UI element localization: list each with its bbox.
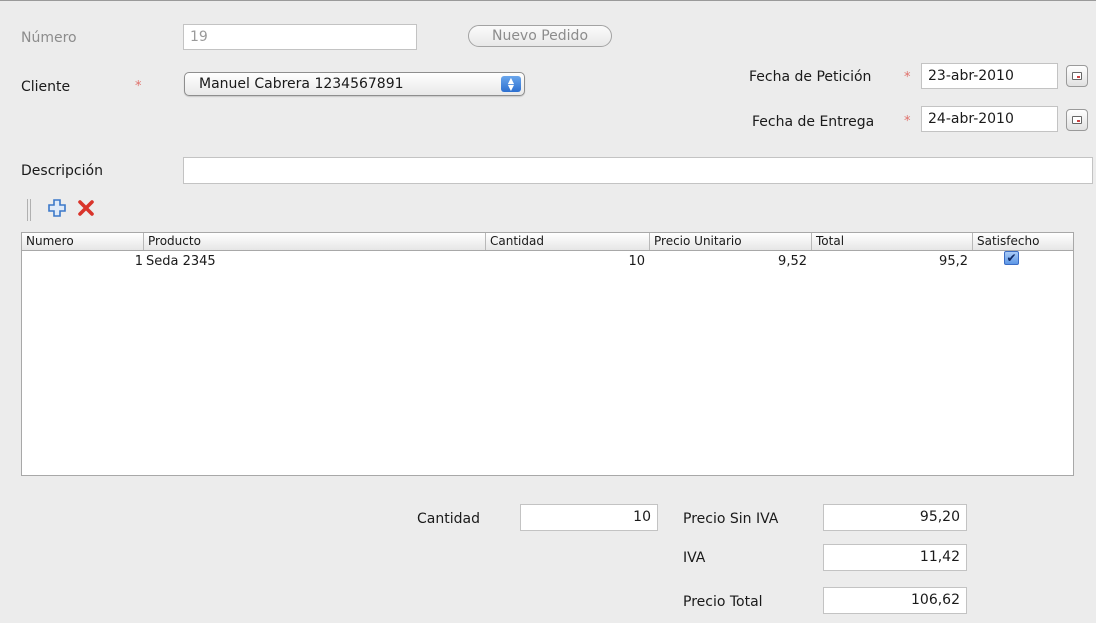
fecha-entrega-field[interactable]: 24-abr-2010: [921, 106, 1058, 132]
checkmark-icon: ✔: [1006, 251, 1017, 265]
column-header-precio-unitario[interactable]: Precio Unitario: [649, 233, 811, 250]
calendar-icon: [1072, 116, 1082, 124]
descripcion-field[interactable]: [183, 157, 1093, 184]
cell-cantidad: 10: [628, 254, 645, 269]
cantidad-label: Cantidad: [417, 511, 480, 527]
column-header-cantidad[interactable]: Cantidad: [485, 233, 649, 250]
satisfecho-checkbox[interactable]: ✔: [1004, 251, 1019, 265]
fecha-entrega-calendar-button[interactable]: [1066, 109, 1088, 131]
column-header-numero[interactable]: Numero: [22, 233, 143, 250]
cell-producto: Seda 2345: [146, 254, 216, 269]
iva-field[interactable]: 11,42: [823, 544, 967, 571]
numero-label: Número: [21, 30, 77, 46]
calendar-icon: [1072, 72, 1082, 80]
cell-total: 95,2: [939, 254, 968, 269]
fecha-entrega-required-mark: *: [904, 114, 911, 129]
fecha-peticion-label: Fecha de Petición: [749, 69, 872, 85]
nuevo-pedido-button[interactable]: Nuevo Pedido: [468, 25, 612, 47]
iva-label: IVA: [683, 550, 706, 566]
fecha-peticion-calendar-button[interactable]: [1066, 65, 1088, 87]
toolbar-grip[interactable]: [27, 199, 31, 221]
table-header: Numero Producto Cantidad Precio Unitario…: [22, 233, 1073, 251]
cliente-required-mark: *: [135, 79, 142, 94]
x-icon: [78, 200, 94, 216]
top-border: [0, 0, 1096, 1]
lineas-table[interactable]: Numero Producto Cantidad Precio Unitario…: [21, 232, 1074, 476]
cliente-select-value: Manuel Cabrera 1234567891: [199, 76, 404, 92]
column-header-producto[interactable]: Producto: [143, 233, 485, 250]
numero-field[interactable]: 19: [183, 24, 417, 50]
cliente-label: Cliente: [21, 79, 71, 95]
descripcion-label: Descripción: [21, 163, 103, 179]
cliente-select[interactable]: Manuel Cabrera 1234567891 ▲ ▼: [184, 72, 525, 96]
cell-precio-unitario: 9,52: [778, 254, 807, 269]
column-header-satisfecho[interactable]: Satisfecho: [972, 233, 1073, 250]
cell-numero: 1: [134, 254, 143, 269]
precio-total-label: Precio Total: [683, 594, 763, 610]
cantidad-total-field[interactable]: 10: [520, 504, 658, 531]
precio-sin-iva-label: Precio Sin IVA: [683, 511, 779, 527]
add-row-button[interactable]: [48, 199, 66, 221]
fecha-peticion-field[interactable]: 23-abr-2010: [921, 63, 1058, 89]
column-header-total[interactable]: Total: [811, 233, 972, 250]
plus-icon: [48, 199, 66, 217]
delete-row-button[interactable]: [77, 199, 95, 221]
select-arrows-icon: ▲ ▼: [501, 76, 521, 92]
precio-sin-iva-field[interactable]: 95,20: [823, 504, 967, 531]
fecha-entrega-label: Fecha de Entrega: [752, 114, 875, 130]
precio-total-field[interactable]: 106,62: [823, 587, 967, 614]
fecha-peticion-required-mark: *: [904, 70, 911, 85]
